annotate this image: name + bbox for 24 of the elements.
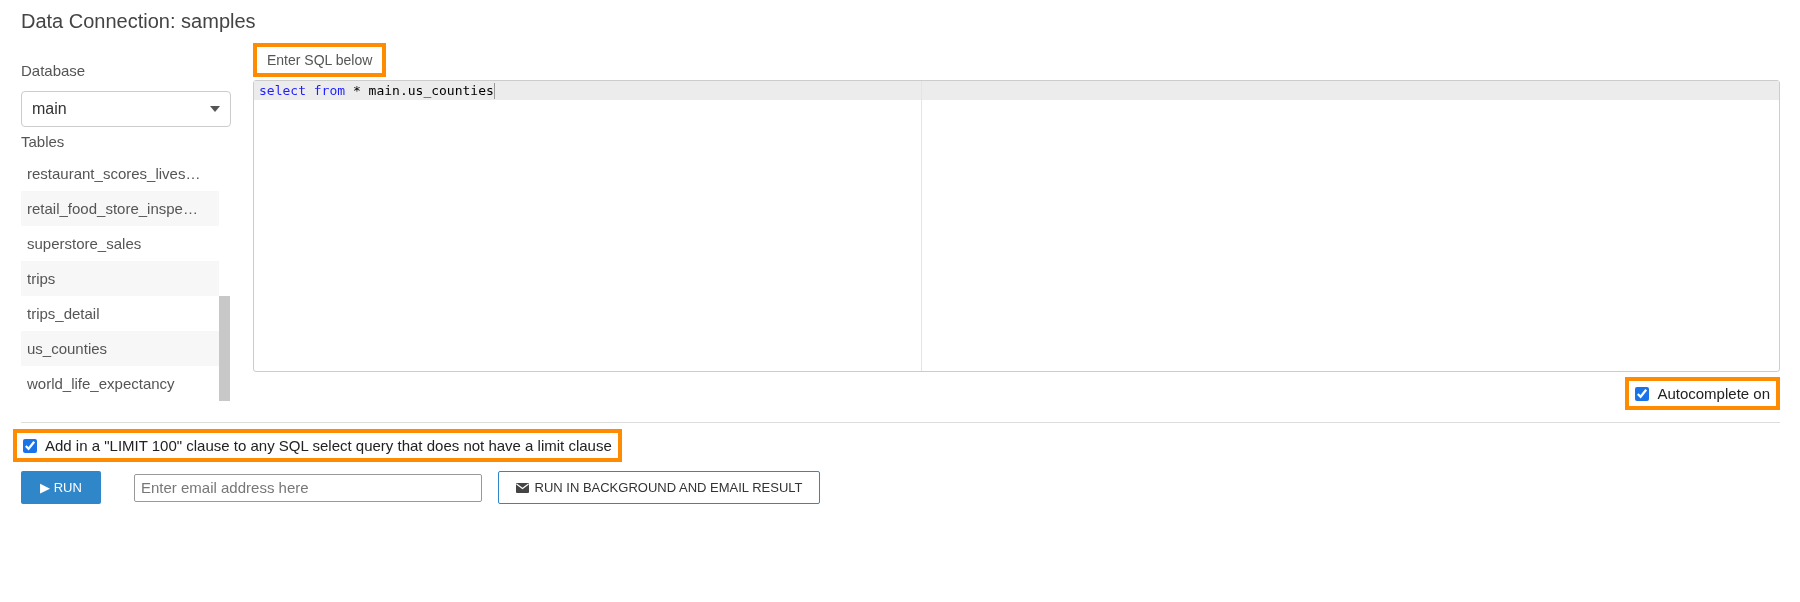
editor-label: Enter SQL below [253,43,387,77]
table-item[interactable]: superstore_sales [21,226,219,261]
table-item[interactable]: retail_food_store_inspe… [21,191,219,226]
table-item[interactable]: trips [21,261,219,296]
limit-checkbox[interactable] [23,438,37,453]
database-select[interactable]: main [21,91,231,127]
tables-label: Tables [21,133,66,150]
table-item[interactable]: world_life_expectancy [21,366,219,401]
caret-icon [210,106,220,112]
autocomplete-checkbox[interactable] [1635,386,1650,401]
email-field[interactable]: Enter email address here [134,473,482,502]
run-button[interactable]: ▶ RUN [21,471,101,504]
sql-code: select from * main.us_counties [259,83,494,98]
background-run-button[interactable]: RUN IN BACKGROUND AND EMAIL RESULT [498,471,820,504]
page-title: Data Connection: samples [21,10,257,34]
table-item[interactable]: trips_detail [21,296,219,331]
scrollbar[interactable] [219,296,230,401]
limit-label: Add in a "LIMIT 100" clause to any SQL select query that does not have a limit clause [45,437,612,454]
autocomplete-label: Autocomplete on [1657,385,1770,402]
database-label: Database [21,62,87,79]
sql-editor[interactable]: select from * main.us_counties [253,80,1780,372]
envelope-icon [515,482,529,493]
table-item[interactable]: restaurant_scores_lives… [21,156,219,191]
table-item[interactable]: us_counties [21,331,219,366]
